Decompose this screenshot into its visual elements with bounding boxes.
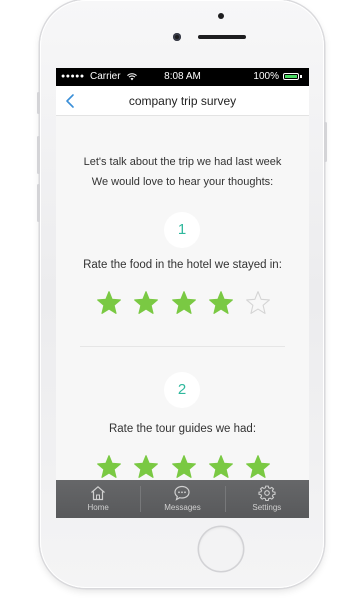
star-rating[interactable] xyxy=(96,290,271,316)
question-text: Rate the tour guides we had: xyxy=(108,423,257,435)
tab-settings[interactable]: Settings xyxy=(224,480,309,518)
front-camera xyxy=(173,33,181,41)
battery-percent: 100% xyxy=(253,71,279,82)
question-number-badge: 2 xyxy=(164,372,200,408)
tab-label: Settings xyxy=(252,503,282,512)
star-filled-icon[interactable] xyxy=(171,454,197,480)
mute-switch xyxy=(37,92,40,114)
star-filled-icon[interactable] xyxy=(208,290,234,316)
volume-down-button xyxy=(37,184,40,222)
survey-content[interactable]: Let's talk about the trip we had last we… xyxy=(56,116,309,482)
question-text: Rate the food in the hotel we stayed in: xyxy=(83,259,282,271)
gear-icon xyxy=(258,485,276,501)
star-filled-icon[interactable] xyxy=(96,290,122,316)
battery-icon xyxy=(283,73,299,80)
star-rating[interactable] xyxy=(96,454,271,480)
star-filled-icon[interactable] xyxy=(208,454,234,480)
star-filled-icon[interactable] xyxy=(96,454,122,480)
status-bar: ●●●●● Carrier 8:08 AM 100% xyxy=(56,68,309,86)
star-empty-icon[interactable] xyxy=(245,290,271,316)
tab-label: Home xyxy=(87,503,109,512)
section-divider xyxy=(80,346,285,347)
star-filled-icon[interactable] xyxy=(133,290,159,316)
screen: ●●●●● Carrier 8:08 AM 100% company trip … xyxy=(56,68,309,518)
intro-line-2: We would love to hear your thoughts: xyxy=(91,176,274,188)
chat-bubble-icon xyxy=(174,485,191,501)
navigation-bar: company trip survey xyxy=(56,86,309,116)
star-filled-icon[interactable] xyxy=(133,454,159,480)
page-title: company trip survey xyxy=(128,94,237,108)
front-sensor xyxy=(218,13,224,19)
tab-messages[interactable]: Messages xyxy=(140,480,224,518)
tab-home[interactable]: Home xyxy=(56,480,140,518)
intro-line-1: Let's talk about the trip we had last we… xyxy=(83,156,282,168)
volume-up-button xyxy=(37,136,40,174)
power-button xyxy=(324,122,327,162)
battery-tip xyxy=(300,75,302,78)
tab-label: Messages xyxy=(164,503,201,512)
star-filled-icon[interactable] xyxy=(171,290,197,316)
tab-bar: Home Messages Settings xyxy=(56,480,309,518)
question-number-badge: 1 xyxy=(164,212,200,248)
home-button[interactable] xyxy=(199,527,243,571)
earpiece-speaker xyxy=(198,35,246,39)
home-icon xyxy=(91,486,106,501)
star-filled-icon[interactable] xyxy=(245,454,271,480)
intro-text: Let's talk about the trip we had last we… xyxy=(56,152,309,192)
